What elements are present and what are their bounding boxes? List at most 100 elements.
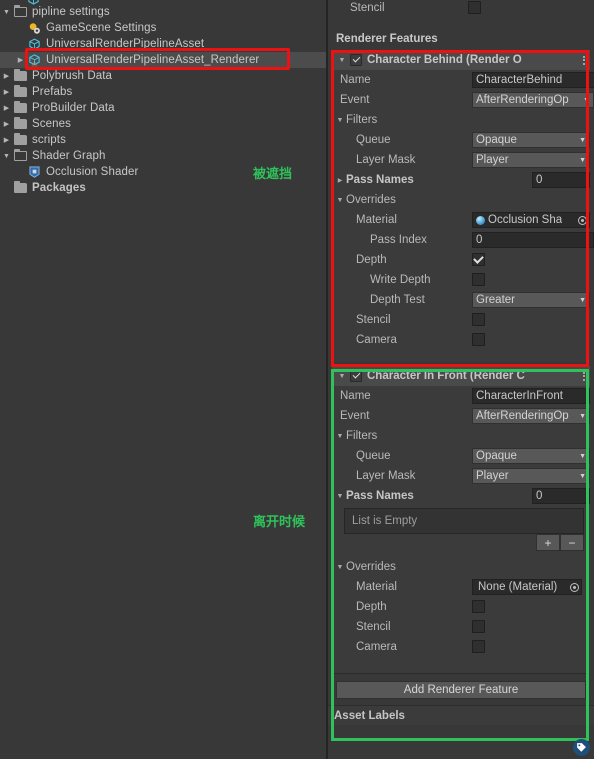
chevron-right-icon[interactable]: ▶ — [0, 89, 13, 96]
feature-header[interactable]: ▼ Character In Front (Render C — [332, 366, 590, 386]
chevron-down-icon[interactable]: ▼ — [334, 564, 346, 571]
tree-item-label: Polybrush Data — [32, 70, 113, 82]
name-label: Name — [340, 390, 371, 402]
camera-checkbox[interactable] — [472, 333, 485, 346]
asset-label-tag-icon[interactable] — [573, 739, 590, 756]
tree-item-label: UniversalRenderPipelineAsset — [46, 38, 205, 50]
tree-row-prefabs[interactable]: ▶ Prefabs — [0, 84, 326, 100]
tree-row-scripts[interactable]: ▶ scripts — [0, 132, 326, 148]
camera-row: Camera — [332, 330, 590, 350]
tree-item-label: Occlusion Shader — [46, 166, 139, 178]
pass-names-foldout-row[interactable]: ▶ Pass Names 0 — [332, 170, 590, 190]
pass-names-foldout-row[interactable]: ▼ Pass Names 0 — [332, 486, 590, 506]
renderer-feature-character-behind: ▼ Character Behind (Render O Name Charac… — [332, 50, 594, 362]
filters-foldout-row[interactable]: ▼ Filters — [332, 426, 590, 446]
event-value: AfterRenderingOp — [476, 94, 569, 106]
pass-names-count-field[interactable]: 0 — [532, 172, 590, 188]
chevron-icon: ▶ — [0, 0, 13, 3]
chevron-down-icon: ▼ — [583, 96, 590, 104]
name-row: Name CharacterBehind — [332, 70, 594, 90]
event-dropdown[interactable]: AfterRenderingOp ▼ — [472, 92, 594, 108]
layer-mask-dropdown[interactable]: Player ▼ — [472, 468, 590, 484]
chevron-down-icon[interactable]: ▼ — [334, 433, 346, 440]
tree-row-probuilder-data[interactable]: ▶ ProBuilder Data — [0, 100, 326, 116]
queue-dropdown[interactable]: Opaque ▼ — [472, 132, 590, 148]
annotation-in-front: 离开时候 — [253, 515, 306, 530]
object-picker-icon[interactable] — [576, 213, 589, 227]
event-dropdown[interactable]: AfterRenderingOp ▼ — [472, 408, 590, 424]
event-label: Event — [340, 410, 370, 422]
chevron-down-icon[interactable]: ▼ — [336, 57, 348, 64]
kebab-menu-icon[interactable] — [583, 55, 585, 65]
depth-checkbox[interactable] — [472, 253, 485, 266]
layer-mask-label: Layer Mask — [356, 154, 416, 166]
tree-row-urp-asset[interactable]: ▶ UniversalRenderPipelineAsset — [0, 36, 326, 52]
name-input[interactable]: CharacterBehind — [472, 72, 594, 88]
tree-row-pipline-settings[interactable]: ▼ pipline settings — [0, 4, 326, 20]
material-object-field[interactable]: None (Material) — [472, 579, 582, 595]
pass-index-input[interactable]: 0 — [472, 232, 594, 248]
chevron-right-icon[interactable]: ▶ — [0, 121, 13, 128]
feature-title: Character Behind (Render O — [367, 54, 522, 66]
pass-names-label: Pass Names — [346, 174, 414, 186]
settings-asset-glyph — [29, 23, 40, 34]
stencil-checkbox[interactable] — [468, 1, 481, 14]
camera-label: Camera — [356, 641, 397, 653]
tree-row-polybrush-data[interactable]: ▶ Polybrush Data — [0, 68, 326, 84]
list-add-button[interactable]: + — [536, 534, 560, 551]
chevron-down-icon[interactable]: ▼ — [0, 9, 13, 16]
feature-header[interactable]: ▼ Character Behind (Render O — [332, 50, 590, 70]
chevron-right-icon[interactable]: ▶ — [334, 177, 346, 184]
tree-row-gamescene-settings[interactable]: ▶ GameScene Settings — [0, 20, 326, 36]
object-picker-icon[interactable] — [568, 580, 581, 594]
depth-test-dropdown[interactable]: Greater ▼ — [472, 292, 590, 308]
overrides-foldout-row[interactable]: ▼ Overrides — [332, 557, 590, 577]
layer-mask-dropdown[interactable]: Player ▼ — [472, 152, 590, 168]
tree-row-shader-graph[interactable]: ▼ Shader Graph — [0, 148, 326, 164]
tree-row-packages[interactable]: ▶ Packages — [0, 180, 326, 196]
renderer-features-header-row: Renderer Features — [328, 28, 594, 50]
name-row: Name CharacterInFront — [332, 386, 590, 406]
chevron-right-icon[interactable]: ▶ — [14, 57, 27, 64]
name-input[interactable]: CharacterInFront — [472, 388, 590, 404]
chevron-down-icon[interactable]: ▼ — [334, 117, 346, 124]
queue-label: Queue — [356, 134, 391, 146]
stencil-row: Stencil — [332, 617, 590, 637]
tree-item-label: Prefabs — [32, 86, 73, 98]
settings-asset-icon — [27, 21, 43, 35]
chevron-right-icon[interactable]: ▶ — [0, 105, 13, 112]
asset-labels-header[interactable]: Asset Labels — [328, 705, 594, 725]
tree-row-scenes[interactable]: ▶ Scenes — [0, 116, 326, 132]
camera-checkbox[interactable] — [472, 640, 485, 653]
feature-enabled-checkbox[interactable] — [350, 370, 362, 382]
chevron-down-icon[interactable]: ▼ — [334, 197, 346, 204]
filters-foldout-row[interactable]: ▼ Filters — [332, 110, 590, 130]
pass-index-label: Pass Index — [370, 234, 427, 246]
overrides-foldout-row[interactable]: ▼ Overrides — [332, 190, 590, 210]
chevron-right-icon[interactable]: ▶ — [0, 137, 13, 144]
chevron-down-icon[interactable]: ▼ — [336, 373, 348, 380]
queue-dropdown[interactable]: Opaque ▼ — [472, 448, 590, 464]
kebab-menu-icon[interactable] — [583, 371, 585, 381]
pass-names-count-field[interactable]: 0 — [532, 488, 590, 504]
material-object-field[interactable]: Occlusion Sha — [472, 212, 590, 228]
tree-row-urp-renderer[interactable]: ▶ {} UniversalRenderPipelineAsset_Render… — [0, 52, 326, 68]
overrides-label: Overrides — [346, 561, 396, 573]
depth-checkbox[interactable] — [472, 600, 485, 613]
tag-glyph — [577, 743, 586, 752]
chevron-icon: ▶ — [14, 169, 27, 176]
add-renderer-feature-button[interactable]: Add Renderer Feature — [336, 681, 586, 699]
material-label: Material — [356, 214, 397, 226]
chevron-down-icon[interactable]: ▼ — [334, 493, 346, 500]
chevron-right-icon[interactable]: ▶ — [0, 73, 13, 80]
chevron-down-icon[interactable]: ▼ — [0, 153, 13, 160]
stencil-checkbox[interactable] — [472, 620, 485, 633]
list-remove-button[interactable]: − — [560, 534, 584, 551]
stencil-checkbox[interactable] — [472, 313, 485, 326]
write-depth-checkbox[interactable] — [472, 273, 485, 286]
urp-asset-glyph — [29, 38, 40, 50]
feature-enabled-checkbox[interactable] — [350, 54, 362, 66]
urp-renderer-asset-icon: {} — [27, 53, 43, 67]
folder-icon — [13, 181, 29, 195]
stencil-label: Stencil — [356, 314, 391, 326]
